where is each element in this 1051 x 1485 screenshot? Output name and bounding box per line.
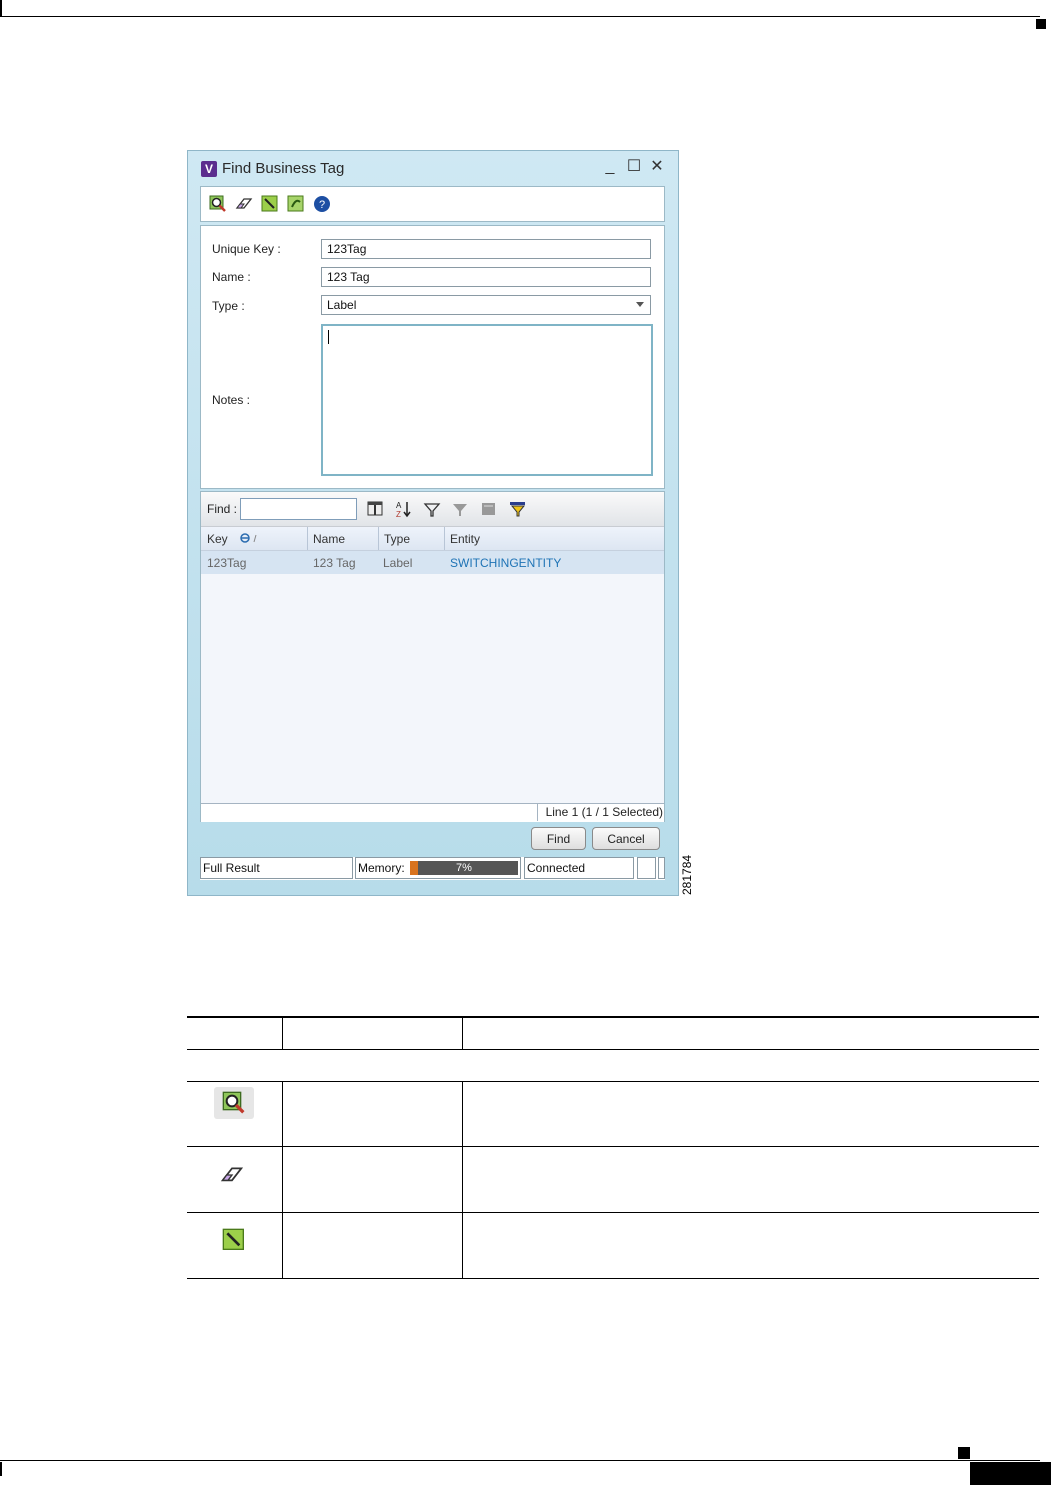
window-titlebar[interactable]: V Find Business Tag _ ☐ ✕ <box>188 151 678 185</box>
column-header-name[interactable]: Name <box>313 532 345 546</box>
name-label: Name : <box>212 270 251 284</box>
column-header-entity[interactable]: Entity <box>450 532 480 546</box>
column-divider[interactable] <box>444 527 445 550</box>
tag-form: Unique Key : 123Tag Name : 123 Tag Type … <box>200 225 665 489</box>
type-label: Type : <box>212 299 245 313</box>
table-column-divider <box>282 1081 283 1278</box>
line-status: Line 1 (1 / 1 Selected) <box>537 804 663 821</box>
column-header-type[interactable]: Type <box>384 532 410 546</box>
page-rule-tick <box>0 1462 2 1476</box>
resize-grip[interactable] <box>658 857 665 879</box>
table-row-icon-cell <box>214 1087 254 1119</box>
memory-label: Memory: <box>358 861 405 875</box>
find-label: Find : <box>207 502 238 516</box>
name-field[interactable]: 123 Tag <box>321 267 651 287</box>
advanced-filter-icon[interactable] <box>509 500 527 518</box>
find-business-tag-window: V Find Business Tag _ ☐ ✕ ? Unique Key : <box>187 150 679 896</box>
table-column-divider <box>282 1016 283 1049</box>
sort-az-icon[interactable]: A Z <box>394 500 412 518</box>
page-corner-mark <box>958 1447 970 1459</box>
minimize-icon[interactable]: _ <box>600 157 620 177</box>
cell-name: 123 Tag <box>313 556 356 570</box>
type-select[interactable]: Label <box>321 295 651 315</box>
cell-key: 123Tag <box>207 556 247 570</box>
results-table-header: Key Name Type Entity <box>201 527 664 551</box>
columns-icon[interactable] <box>366 500 384 518</box>
app-logo-icon: V <box>201 161 217 177</box>
refresh-icon[interactable] <box>287 195 305 213</box>
find-input[interactable] <box>240 498 357 520</box>
cell-entity-link[interactable]: SWITCHINGENTITY <box>450 556 561 570</box>
find-icon[interactable] <box>209 195 227 213</box>
table-header-rule <box>187 1049 1039 1050</box>
table-top-rule <box>187 1016 1039 1018</box>
status-cell-extra <box>637 857 656 879</box>
find-button[interactable]: Find <box>531 827 586 850</box>
table-row[interactable]: 123Tag 123 Tag Label SWITCHINGENTITY <box>201 551 664 574</box>
text-caret <box>328 330 329 344</box>
table-rule <box>187 1081 1039 1082</box>
clear-eraser-icon[interactable] <box>235 195 253 213</box>
unique-key-field[interactable]: 123Tag <box>321 239 651 259</box>
page-footer-rule <box>0 1460 1040 1461</box>
page-header-rule <box>0 16 1040 17</box>
result-status: Full Result <box>200 857 353 879</box>
figure-number: 281784 <box>680 854 694 895</box>
horizontal-scrollbar[interactable]: Line 1 (1 / 1 Selected) <box>201 803 664 822</box>
memory-status: Memory: 7% <box>355 857 521 879</box>
page-rule-tick <box>0 0 2 16</box>
column-header-key[interactable]: Key <box>207 532 228 546</box>
svg-text:A: A <box>396 501 402 510</box>
page-corner-mark <box>1036 19 1046 29</box>
svg-text:?: ? <box>319 199 325 211</box>
cell-type: Label <box>383 556 413 570</box>
close-icon[interactable]: ✕ <box>647 157 667 177</box>
edit-notes-icon <box>222 1228 244 1250</box>
status-bar: Full Result Memory: 7% Connected <box>200 857 665 880</box>
filter-icon[interactable] <box>423 500 441 518</box>
find-icon <box>222 1091 245 1114</box>
table-column-divider <box>462 1016 463 1049</box>
connection-status: Connected <box>524 857 634 879</box>
export-icon[interactable] <box>480 500 498 518</box>
table-rule <box>187 1278 1039 1279</box>
unique-key-label: Unique Key : <box>212 242 281 256</box>
column-divider[interactable] <box>378 527 379 550</box>
table-column-divider <box>462 1081 463 1278</box>
window-title: Find Business Tag <box>222 160 345 177</box>
cancel-button[interactable]: Cancel <box>592 827 660 850</box>
memory-percent: 7% <box>456 862 472 874</box>
svg-text:Z: Z <box>396 510 401 518</box>
results-panel: Find : A Z Key Name Type Entity 123Tag 1… <box>200 491 665 822</box>
maximize-icon[interactable]: ☐ <box>624 157 644 177</box>
page-number-block <box>970 1462 1051 1485</box>
notes-label: Notes : <box>212 393 251 407</box>
toolbar: ? <box>200 186 665 222</box>
filter-remove-icon[interactable] <box>451 500 469 518</box>
column-divider[interactable] <box>307 527 308 550</box>
sort-indicator-icon <box>240 533 257 543</box>
notes-textarea[interactable] <box>321 324 653 476</box>
type-select-value: Label <box>327 298 357 312</box>
edit-notes-icon[interactable] <box>261 195 279 213</box>
clear-eraser-icon <box>220 1167 244 1182</box>
table-rule <box>187 1212 1039 1213</box>
table-rule <box>187 1146 1039 1147</box>
memory-progress-bar: 7% <box>410 861 518 875</box>
results-toolbar: Find : A Z <box>201 492 664 527</box>
chevron-down-icon[interactable] <box>636 302 644 307</box>
help-icon[interactable]: ? <box>313 195 331 213</box>
